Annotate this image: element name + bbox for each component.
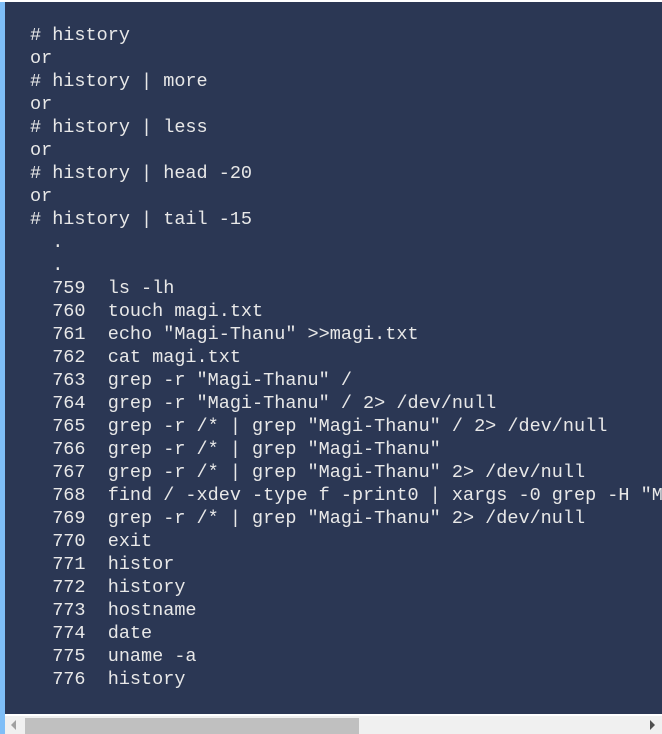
code-line: # history	[30, 25, 130, 46]
code-line: 762 cat magi.txt	[30, 347, 241, 368]
code-line: 764 grep -r "Magi-Thanu" / 2> /dev/null	[30, 393, 497, 414]
code-line: # history | tail -15	[30, 209, 253, 230]
code-line: 776 history	[30, 669, 186, 690]
code-line: or	[30, 94, 53, 115]
code-line: 774 date	[30, 623, 153, 644]
code-line: 759 ls -lh	[30, 278, 175, 299]
code-line: or	[30, 140, 53, 161]
code-line: .	[30, 255, 64, 276]
code-line: # history | more	[30, 71, 208, 92]
horizontal-scrollbar[interactable]	[5, 716, 662, 734]
code-line: or	[30, 48, 53, 69]
code-line: 775 uname -a	[30, 646, 197, 667]
code-line: 769 grep -r /* | grep "Magi-Thanu" 2> /d…	[30, 508, 586, 529]
scrollbar-thumb[interactable]	[25, 718, 359, 734]
code-line: 770 exit	[30, 531, 153, 552]
code-content: # history or # history | more or # history |…	[30, 24, 662, 691]
code-line: or	[30, 186, 53, 207]
code-block-container: # history or # history | more or # history |…	[0, 2, 662, 734]
code-line: 771 histor	[30, 554, 175, 575]
scroll-right-arrow-icon[interactable]	[650, 720, 655, 730]
code-line: 760 touch magi.txt	[30, 301, 264, 322]
code-line: 763 grep -r "Magi-Thanu" /	[30, 370, 352, 391]
code-line: 765 grep -r /* | grep "Magi-Thanu" / 2> …	[30, 416, 608, 437]
code-line: 772 history	[30, 577, 186, 598]
scroll-left-arrow-icon[interactable]	[11, 720, 16, 730]
code-line: 766 grep -r /* | grep "Magi-Thanu"	[30, 439, 441, 460]
code-line: # history | head -20	[30, 163, 253, 184]
code-block: # history or # history | more or # history |…	[5, 2, 662, 714]
code-line: 768 find / -xdev -type f -print0 | xargs…	[52, 485, 662, 506]
code-line: 767 grep -r /* | grep "Magi-Thanu" 2> /d…	[30, 462, 586, 483]
code-line: 773 hostname	[30, 600, 197, 621]
code-line: 761 echo "Magi-Thanu" >>magi.txt	[30, 324, 419, 345]
code-line: # history | less	[30, 117, 208, 138]
code-line: .	[30, 232, 64, 253]
